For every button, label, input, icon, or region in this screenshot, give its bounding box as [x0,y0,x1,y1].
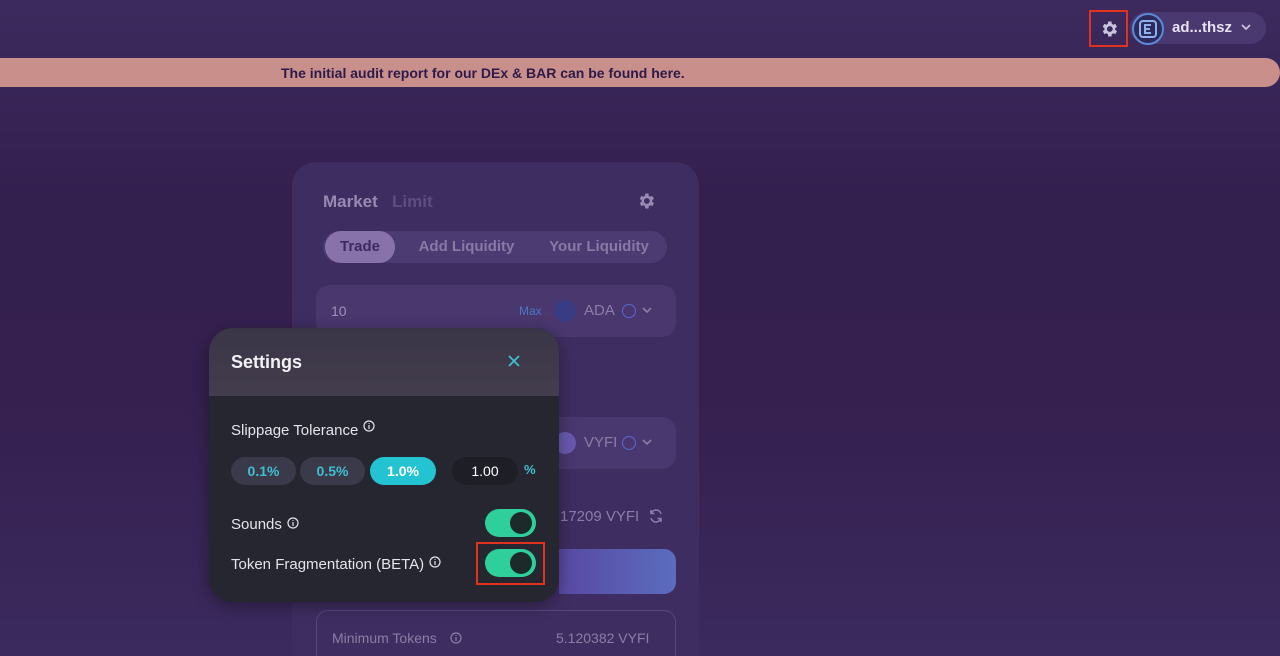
settings-gear-button[interactable] [1089,10,1128,47]
banner-text[interactable]: The initial audit report for our DEx & B… [281,65,685,81]
slippage-label: Slippage Tolerance [231,422,359,439]
verified-icon [622,304,636,318]
chevron-down-icon[interactable] [641,304,653,316]
sounds-toggle[interactable] [485,509,536,537]
settings-header: Settings [209,328,559,396]
tab-trade[interactable]: Trade [325,231,395,263]
top-bar: ad...thsz [0,0,1280,56]
from-token-symbol[interactable]: ADA [584,302,615,319]
account-name: ad...thsz [1172,19,1233,36]
swap-button[interactable] [559,549,676,594]
minimum-tokens-value: 5.120382 VYFI [556,630,650,646]
info-icon[interactable] [363,420,375,432]
slippage-option-0-1[interactable]: 0.1% [231,457,296,485]
audit-banner[interactable]: The initial audit report for our DEx & B… [0,58,1280,87]
gear-icon[interactable] [636,191,656,211]
slippage-option-1-0[interactable]: 1.0% [370,457,436,485]
gear-icon [1102,21,1117,36]
exchange-rate: 17209 VYFI [560,508,640,525]
info-icon[interactable] [450,632,462,644]
slippage-unit: % [524,462,536,477]
info-icon[interactable] [429,556,441,568]
max-button[interactable]: Max [519,304,542,318]
from-amount[interactable]: 10 [331,303,347,319]
settings-title: Settings [231,352,303,372]
account-dropdown[interactable]: ad...thsz [1130,12,1266,45]
chevron-down-icon [1241,24,1251,31]
tab-add-liquidity[interactable]: Add Liquidity [403,231,530,263]
info-icon[interactable] [287,517,299,529]
ada-token-icon [554,300,576,322]
wallet-logo-icon [1132,13,1164,45]
sounds-label: Sounds [231,516,282,533]
toggle-knob [510,512,532,534]
verified-icon [622,436,636,450]
fragmentation-label: Token Fragmentation (BETA) [231,556,425,573]
close-icon[interactable] [505,352,523,370]
slippage-option-0-5[interactable]: 0.5% [300,457,365,485]
refresh-icon[interactable] [648,508,664,524]
mode-tab-market[interactable]: Market [323,192,378,212]
minimum-tokens-label: Minimum Tokens [332,630,437,646]
fragmentation-toggle-highlight [476,542,545,585]
minimum-tokens-box: Minimum Tokens 5.120382 VYFI [316,610,676,656]
mode-tab-limit[interactable]: Limit [392,192,433,212]
trade-tabs: Trade Add Liquidity Your Liquidity [323,231,667,263]
tab-your-liquidity[interactable]: Your Liquidity [535,231,663,263]
chevron-down-icon[interactable] [641,436,653,448]
to-token-symbol[interactable]: VYFI [584,434,617,451]
slippage-custom-input[interactable] [452,457,518,485]
